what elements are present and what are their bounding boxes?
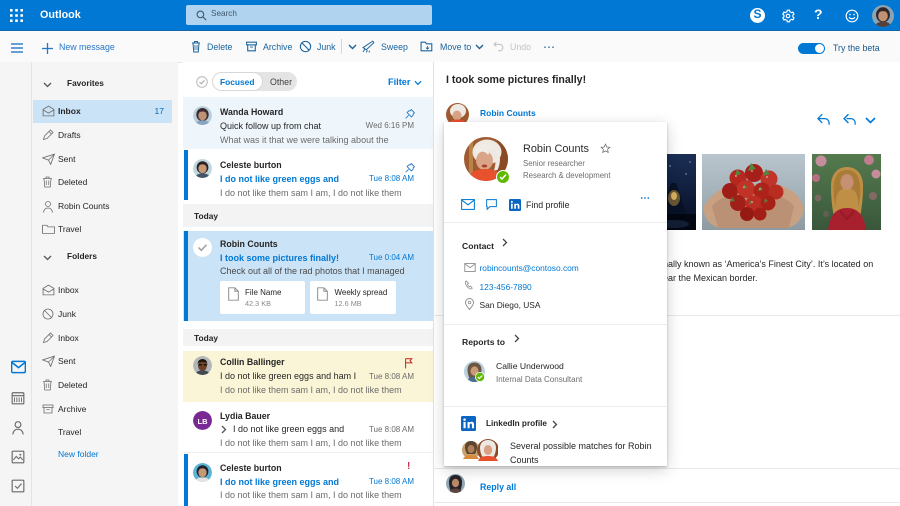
svg-text:LB: LB xyxy=(198,417,209,426)
